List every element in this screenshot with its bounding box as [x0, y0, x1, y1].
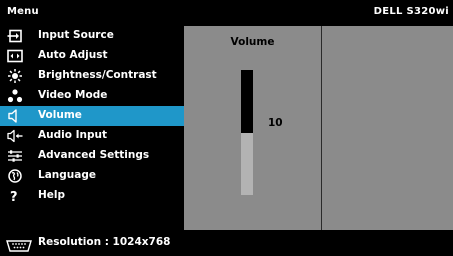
menu-title: Menu [7, 6, 39, 17]
menu-item-label: Video Mode [38, 89, 108, 101]
menu-item-label: Advanced Settings [38, 149, 150, 161]
menu-item-language[interactable]: Language [0, 166, 184, 186]
menu-item-label: Input Source [38, 29, 114, 41]
auto-adjust-icon [7, 49, 23, 63]
main-menu: Input Source Auto Adjust Brightness/Cont… [0, 26, 184, 230]
projector-osd: Menu DELL S320wi Input Source Auto Adjus… [0, 0, 453, 255]
menu-item-input-source[interactable]: Input Source [0, 26, 184, 46]
panel-title: Volume [230, 36, 275, 48]
volume-value: 10 [268, 117, 283, 129]
volume-panel: Volume 10 [184, 26, 453, 230]
vga-connector-icon [6, 237, 32, 252]
help-icon: ? [7, 189, 23, 203]
menu-item-advanced-settings[interactable]: Advanced Settings [0, 146, 184, 166]
menu-item-volume[interactable]: Volume [0, 106, 184, 126]
svg-text:?: ? [10, 190, 18, 203]
osd-header: Menu DELL S320wi [0, 0, 453, 26]
menu-item-audio-input[interactable]: Audio Input [0, 126, 184, 146]
menu-item-label: Volume [38, 109, 82, 121]
video-mode-icon [7, 89, 23, 103]
menu-item-label: Auto Adjust [38, 49, 108, 61]
model-name: DELL S320wi [373, 6, 449, 17]
status-bar: Resolution : 1024x768 [0, 230, 453, 255]
menu-item-help[interactable]: ? Help [0, 186, 184, 206]
advanced-settings-icon [7, 149, 23, 163]
volume-slider-fill [241, 70, 253, 133]
menu-item-video-mode[interactable]: Video Mode [0, 86, 184, 106]
menu-item-brightness-contrast[interactable]: Brightness/Contrast [0, 66, 184, 86]
audio-input-icon [7, 129, 23, 143]
menu-item-label: Audio Input [38, 129, 107, 141]
language-icon [7, 169, 23, 183]
resolution-text: Resolution : 1024x768 [38, 236, 171, 248]
input-source-icon [7, 29, 23, 43]
menu-item-label: Language [38, 169, 96, 181]
brightness-icon [7, 69, 23, 83]
volume-slider[interactable] [241, 70, 253, 195]
volume-icon [7, 109, 23, 123]
panel-divider [321, 26, 322, 230]
menu-item-label: Help [38, 189, 66, 201]
menu-item-auto-adjust[interactable]: Auto Adjust [0, 46, 184, 66]
menu-item-label: Brightness/Contrast [38, 69, 157, 81]
